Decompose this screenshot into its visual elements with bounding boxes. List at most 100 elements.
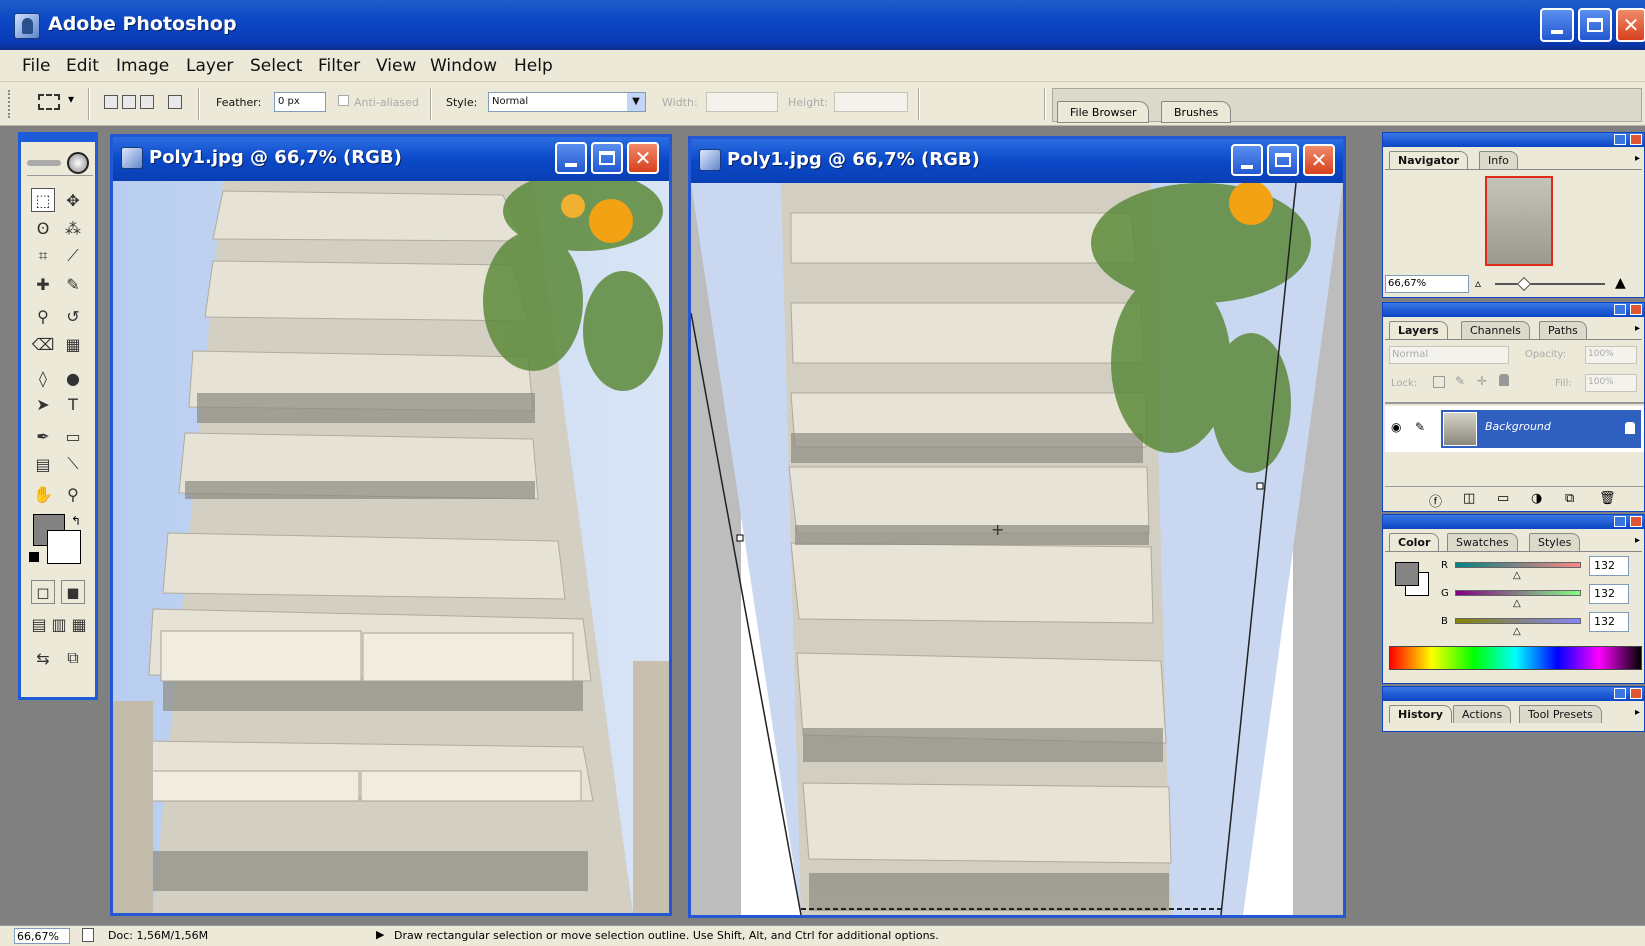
rect-shape-tool-icon[interactable]: ▭ xyxy=(61,424,85,448)
navigator-zoom-slider[interactable] xyxy=(1495,283,1605,285)
zoom-tool-icon[interactable]: ⚲ xyxy=(61,482,85,506)
panel-menu-icon[interactable]: ▸ xyxy=(1635,535,1640,546)
panel-minimize-icon[interactable] xyxy=(1614,688,1626,699)
menu-view[interactable]: View xyxy=(376,56,416,76)
jump-icon[interactable]: ⧉ xyxy=(61,646,85,670)
document-1-canvas[interactable] xyxy=(113,181,669,913)
document-2-titlebar[interactable]: Poly1.jpg @ 66,7% (RGB) ✕ xyxy=(691,139,1343,183)
panel-menu-icon[interactable]: ▸ xyxy=(1635,707,1640,718)
height-input[interactable] xyxy=(834,92,908,112)
b-slider-thumb[interactable]: △ xyxy=(1513,626,1521,637)
b-value-field[interactable]: 132 xyxy=(1589,612,1629,632)
document-1-minimize-button[interactable] xyxy=(555,142,587,174)
document-1-close-button[interactable]: ✕ xyxy=(627,142,659,174)
new-set-icon[interactable]: ▭ xyxy=(1497,491,1509,506)
maximize-button[interactable] xyxy=(1578,8,1612,42)
quickmask-mode-icon[interactable]: ◼ xyxy=(61,580,85,604)
g-value-field[interactable]: 132 xyxy=(1589,584,1629,604)
navigator-zoom-slider-thumb[interactable] xyxy=(1516,276,1532,292)
brush-tool-icon[interactable]: ✎ xyxy=(61,272,85,296)
trash-icon[interactable]: 🗑 xyxy=(1599,491,1616,506)
marquee-preset-icon[interactable] xyxy=(38,94,60,110)
minimize-button[interactable] xyxy=(1540,8,1574,42)
tab-paths[interactable]: Paths xyxy=(1539,321,1587,339)
chevron-down-icon[interactable]: ▼ xyxy=(627,93,645,111)
pen-tool-icon[interactable]: ✒ xyxy=(31,424,55,448)
chevron-down-icon[interactable]: ▾ xyxy=(68,92,74,106)
close-button[interactable]: ✕ xyxy=(1616,8,1645,42)
background-color-swatch[interactable] xyxy=(47,530,81,564)
crop-tool-icon[interactable]: ⌗ xyxy=(31,244,55,268)
width-input[interactable] xyxy=(706,92,778,112)
rect-marquee-tool-icon[interactable]: ⬚ xyxy=(31,188,55,212)
menu-filter[interactable]: Filter xyxy=(318,56,360,76)
color-spectrum-ramp[interactable] xyxy=(1389,646,1642,670)
document-2-maximize-button[interactable] xyxy=(1267,144,1299,176)
standard-mode-icon[interactable]: ◻ xyxy=(31,580,55,604)
r-slider[interactable] xyxy=(1455,562,1581,568)
history-brush-tool-icon[interactable]: ↺ xyxy=(61,304,85,328)
opacity-field[interactable]: 100% xyxy=(1585,346,1637,364)
g-slider[interactable] xyxy=(1455,590,1581,596)
imageready-jump-icon[interactable]: ⇆ xyxy=(31,646,55,670)
b-slider[interactable] xyxy=(1455,618,1581,624)
eraser-tool-icon[interactable]: ⌫ xyxy=(31,332,55,356)
slice-tool-icon[interactable]: ⟋ xyxy=(61,244,85,268)
document-1-maximize-button[interactable] xyxy=(591,142,623,174)
magic-wand-tool-icon[interactable]: ⁂ xyxy=(61,216,85,240)
tab-history[interactable]: History xyxy=(1389,705,1452,723)
lock-image-icon[interactable]: ✎ xyxy=(1455,374,1465,388)
healing-brush-tool-icon[interactable]: ✚ xyxy=(31,272,55,296)
adjustment-layer-icon[interactable]: ◑ xyxy=(1531,491,1542,506)
new-layer-icon[interactable]: ⧉ xyxy=(1565,491,1574,506)
fill-field[interactable]: 100% xyxy=(1585,374,1637,392)
blend-mode-select[interactable]: Normal xyxy=(1389,346,1509,364)
intersect-selection-icon[interactable] xyxy=(168,95,182,109)
layer-row-background[interactable]: ◉ ✎ Background xyxy=(1385,406,1644,452)
panel-close-icon[interactable] xyxy=(1630,516,1642,527)
gradient-tool-icon[interactable]: ▦ xyxy=(61,332,85,356)
hand-tool-icon[interactable]: ✋ xyxy=(31,482,55,506)
tab-navigator[interactable]: Navigator xyxy=(1389,151,1469,169)
zoom-out-icon[interactable]: ▵ xyxy=(1475,276,1481,290)
document-2-minimize-button[interactable] xyxy=(1231,144,1263,176)
document-2-canvas[interactable]: + xyxy=(691,183,1343,915)
type-tool-icon[interactable]: T xyxy=(61,392,85,416)
tab-styles[interactable]: Styles xyxy=(1529,533,1581,551)
panel-minimize-icon[interactable] xyxy=(1614,516,1626,527)
color-foreground-swatch[interactable] xyxy=(1395,562,1419,586)
tab-layers[interactable]: Layers xyxy=(1389,321,1448,339)
r-slider-thumb[interactable]: △ xyxy=(1513,570,1521,581)
style-select[interactable]: Normal ▼ xyxy=(488,92,646,112)
antialiased-checkbox[interactable] xyxy=(338,95,349,106)
document-2-close-button[interactable]: ✕ xyxy=(1303,144,1335,176)
navigator-thumbnail[interactable] xyxy=(1485,176,1553,266)
clone-stamp-tool-icon[interactable]: ⚲ xyxy=(31,304,55,328)
menu-select[interactable]: Select xyxy=(250,56,302,76)
tab-swatches[interactable]: Swatches xyxy=(1447,533,1518,551)
add-selection-icon[interactable] xyxy=(122,95,136,109)
tab-info[interactable]: Info xyxy=(1479,151,1518,169)
new-selection-icon[interactable] xyxy=(104,95,118,109)
g-slider-thumb[interactable]: △ xyxy=(1513,598,1521,609)
well-tab-file-browser[interactable]: File Browser xyxy=(1057,101,1150,123)
screen-mode-full-icon[interactable]: ▦ xyxy=(67,612,91,636)
tab-tool-presets[interactable]: Tool Presets xyxy=(1519,705,1602,723)
menu-help[interactable]: Help xyxy=(514,56,553,76)
lasso-tool-icon[interactable]: ʘ xyxy=(31,216,55,240)
document-info-icon[interactable] xyxy=(82,928,94,942)
subtract-selection-icon[interactable] xyxy=(140,95,154,109)
document-window-2[interactable]: Poly1.jpg @ 66,7% (RGB) ✕ + xyxy=(688,136,1346,918)
notes-tool-icon[interactable]: ▤ xyxy=(31,452,55,476)
adobe-online-icon[interactable] xyxy=(67,152,89,174)
blur-tool-icon[interactable]: ◊ xyxy=(31,366,55,390)
panel-close-icon[interactable] xyxy=(1630,134,1642,145)
tab-channels[interactable]: Channels xyxy=(1461,321,1530,339)
photoshop-app-icon[interactable] xyxy=(14,13,40,39)
panel-close-icon[interactable] xyxy=(1630,304,1642,315)
brush-link-icon[interactable]: ✎ xyxy=(1415,420,1425,434)
panel-menu-icon[interactable]: ▸ xyxy=(1635,323,1640,334)
lock-position-icon[interactable]: ✛ xyxy=(1477,374,1487,388)
menu-file[interactable]: File xyxy=(22,56,50,76)
menu-edit[interactable]: Edit xyxy=(66,56,99,76)
